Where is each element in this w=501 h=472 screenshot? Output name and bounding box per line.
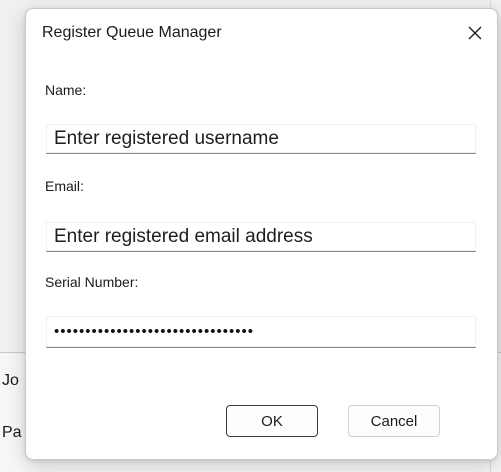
- cancel-button[interactable]: Cancel: [348, 405, 440, 437]
- email-label: Email:: [45, 178, 84, 194]
- dialog-titlebar: Register Queue Manager: [26, 9, 497, 59]
- email-input[interactable]: [46, 222, 476, 252]
- serial-number-label: Serial Number:: [45, 274, 139, 290]
- close-icon: [468, 26, 482, 40]
- background-label-jo: Jo: [2, 372, 19, 389]
- name-input[interactable]: [46, 124, 476, 154]
- dialog-title: Register Queue Manager: [42, 24, 222, 41]
- serial-number-input[interactable]: [46, 316, 476, 348]
- close-button[interactable]: [459, 19, 491, 47]
- name-label: Name:: [45, 82, 87, 98]
- background-label-pa: Pa: [2, 424, 22, 441]
- register-queue-manager-dialog: Register Queue Manager Name: Email: Seri…: [25, 8, 498, 460]
- ok-button[interactable]: OK: [226, 405, 318, 437]
